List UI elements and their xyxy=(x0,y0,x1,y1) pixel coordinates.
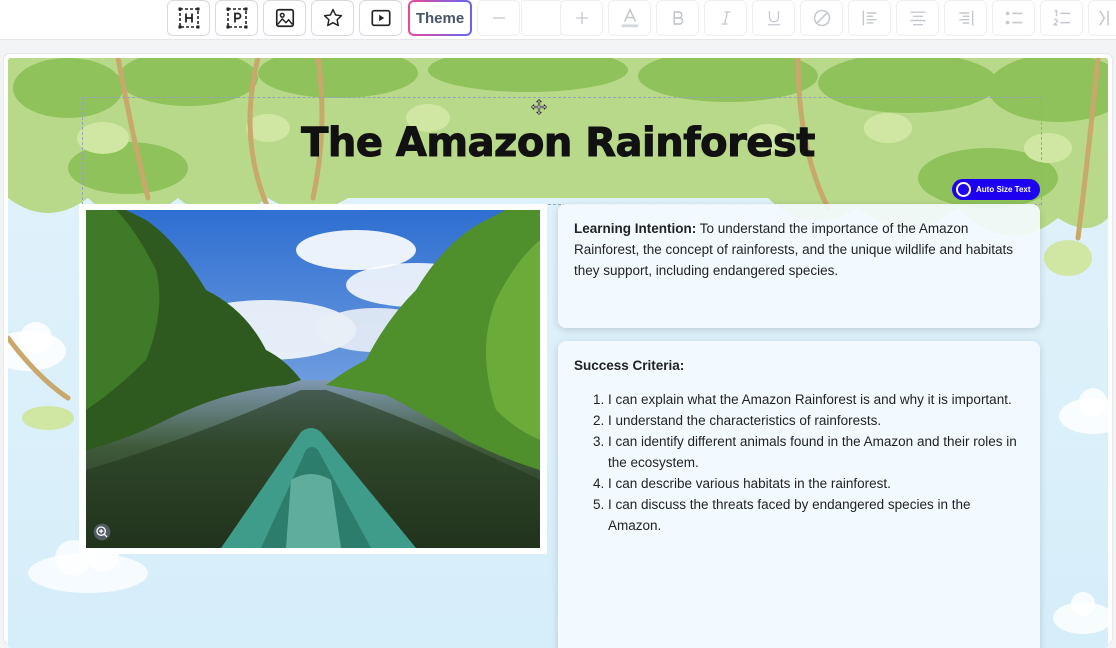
success-criteria-label: Success Criteria: xyxy=(574,358,685,373)
list-item: I can explain what the Amazon Rainforest… xyxy=(608,389,1024,410)
decrease-font-button[interactable] xyxy=(477,0,520,36)
text-color-icon xyxy=(621,7,638,28)
plus-icon xyxy=(575,12,588,24)
heading-icon xyxy=(178,7,199,29)
cloud-decoration xyxy=(1053,592,1108,634)
slide-title[interactable]: The Amazon Rainforest xyxy=(8,120,1108,167)
success-criteria-card[interactable]: Success Criteria: I can explain what the… xyxy=(558,341,1040,648)
video-icon xyxy=(370,9,391,27)
bold-button[interactable] xyxy=(656,0,699,36)
indent-button[interactable] xyxy=(1088,0,1116,36)
zoom-in-icon[interactable] xyxy=(92,522,112,542)
align-right-icon xyxy=(958,10,973,26)
paragraph-icon xyxy=(226,7,247,29)
slide: The Amazon Rainforest Auto Size Text Lea… xyxy=(8,58,1108,648)
clear-format-icon xyxy=(813,9,830,27)
align-center-button[interactable] xyxy=(896,0,939,36)
amazon-river-photo xyxy=(86,210,540,548)
numbered-list-icon xyxy=(1052,9,1070,26)
image-frame[interactable] xyxy=(79,204,547,554)
editor-toolbar: Theme xyxy=(0,0,1116,40)
theme-button[interactable]: Theme xyxy=(408,0,472,36)
increase-font-button[interactable] xyxy=(560,0,603,36)
theme-button-label: Theme xyxy=(415,9,465,27)
font-size-input[interactable] xyxy=(521,0,562,36)
list-item: I can discuss the threats faced by endan… xyxy=(608,494,1024,536)
list-item: I understand the characteristics of rain… xyxy=(608,410,1024,431)
star-block-button[interactable] xyxy=(311,0,354,36)
underline-icon xyxy=(767,11,780,26)
list-item: I can identify different animals found i… xyxy=(608,431,1024,473)
toggle-circle-icon xyxy=(956,182,971,197)
minus-icon xyxy=(492,17,505,19)
slide-canvas: The Amazon Rainforest Auto Size Text Lea… xyxy=(4,54,1112,648)
clear-format-button[interactable] xyxy=(800,0,843,36)
learning-intention-label: Learning Intention: xyxy=(574,221,697,236)
paragraph-block-button[interactable] xyxy=(215,0,258,36)
move-icon[interactable] xyxy=(530,98,548,116)
indent-icon xyxy=(1099,10,1109,26)
italic-icon xyxy=(721,11,730,25)
align-left-icon xyxy=(862,10,877,26)
numbered-list-button[interactable] xyxy=(1040,0,1083,36)
italic-button[interactable] xyxy=(704,0,747,36)
bullet-list-icon xyxy=(1005,11,1022,25)
text-color-button[interactable] xyxy=(608,0,651,36)
underline-button[interactable] xyxy=(752,0,795,36)
align-left-button[interactable] xyxy=(848,0,891,36)
auto-size-text-label: Auto Size Text xyxy=(976,185,1031,194)
bullet-list-button[interactable] xyxy=(992,0,1035,36)
heading-block-button[interactable] xyxy=(167,0,210,36)
image-block-button[interactable] xyxy=(263,0,306,36)
learning-intention-card[interactable]: Learning Intention: To understand the im… xyxy=(558,204,1040,328)
bold-icon xyxy=(672,11,683,25)
learning-intention-paragraph: Learning Intention: To understand the im… xyxy=(574,218,1024,281)
list-item: I can describe various habitats in the r… xyxy=(608,473,1024,494)
align-right-button[interactable] xyxy=(944,0,987,36)
success-criteria-list: I can explain what the Amazon Rainforest… xyxy=(574,389,1024,536)
auto-size-text-toggle[interactable]: Auto Size Text xyxy=(952,179,1040,200)
star-icon xyxy=(323,8,342,27)
video-block-button[interactable] xyxy=(359,0,402,36)
image-icon xyxy=(275,8,294,28)
align-center-icon xyxy=(910,11,925,26)
